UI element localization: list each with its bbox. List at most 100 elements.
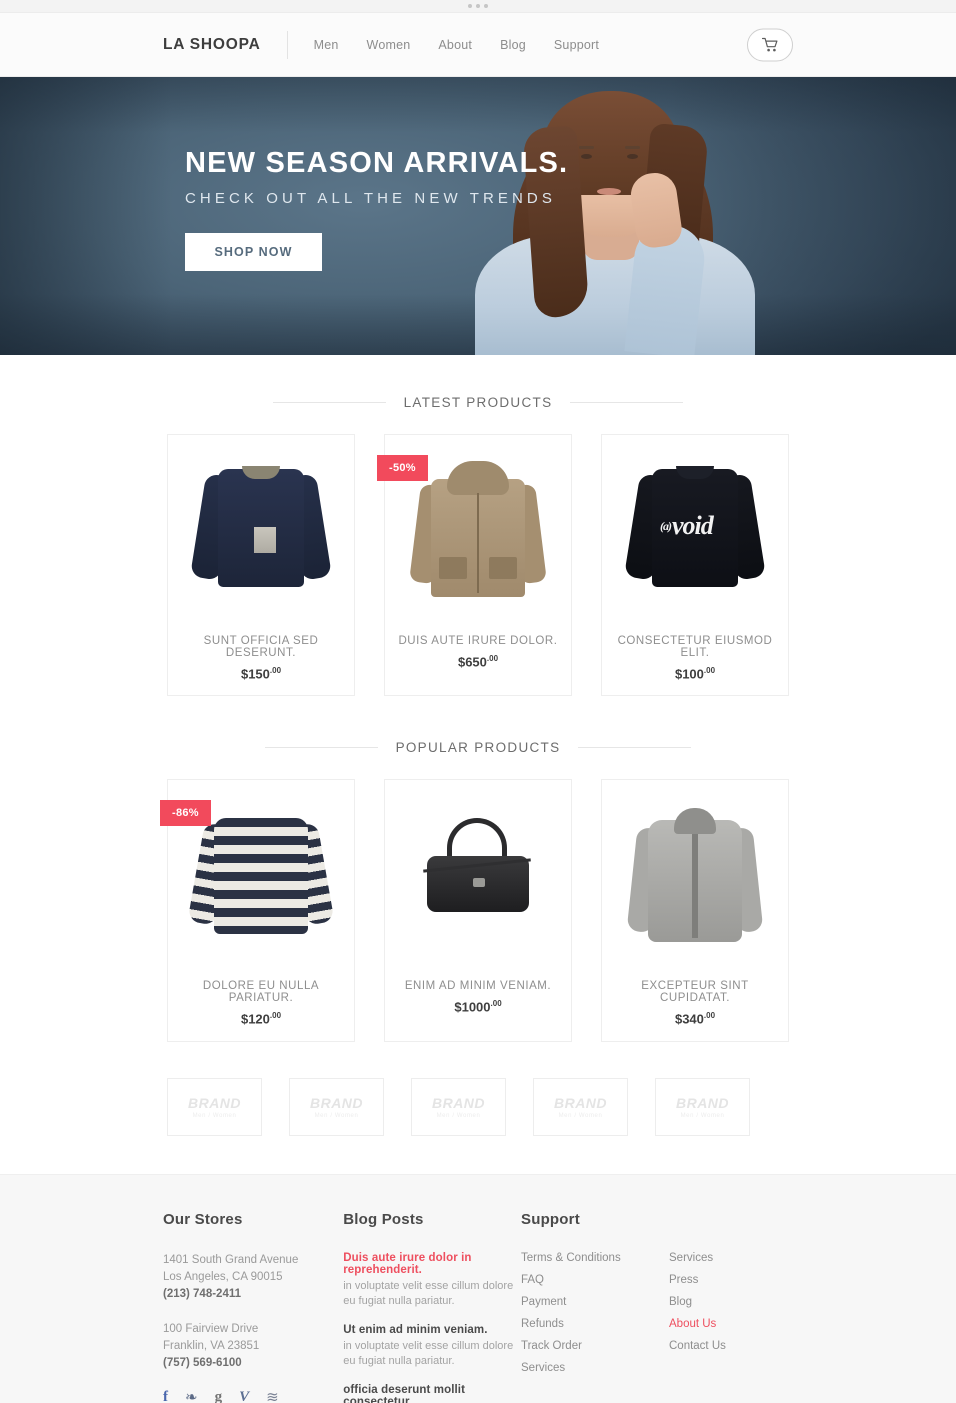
- hero-content: NEW SEASON ARRIVALS. CHECK OUT ALL THE N…: [185, 149, 568, 271]
- support-link-services-2[interactable]: Services: [669, 1252, 793, 1264]
- support-link-faq[interactable]: FAQ: [521, 1274, 645, 1286]
- support-link-about-us[interactable]: About Us: [669, 1318, 793, 1330]
- nav-item-men[interactable]: Men: [314, 38, 339, 52]
- support-link-terms[interactable]: Terms & Conditions: [521, 1252, 645, 1264]
- rss-icon[interactable]: ≋: [266, 1390, 279, 1403]
- brand-logo[interactable]: BRAND Men / Women: [655, 1077, 750, 1136]
- product-card[interactable]: (a) void CONSECTETUR EIUSMOD ELIT. $100.0…: [601, 434, 789, 697]
- hero-banner: NEW SEASON ARRIVALS. CHECK OUT ALL THE N…: [0, 77, 956, 355]
- blog-post-item[interactable]: Ut enim ad minim veniam. in voluptate ve…: [343, 1324, 521, 1369]
- brand-logo[interactable]: BRAND Men / Women: [289, 1077, 384, 1136]
- twitter-icon[interactable]: ❧: [185, 1390, 198, 1403]
- google-plus-icon[interactable]: g: [215, 1389, 223, 1403]
- chrome-dot: [476, 4, 480, 8]
- site-logo[interactable]: LA SHOOPA: [163, 36, 261, 54]
- latest-products-title: LATEST PRODUCTS: [403, 395, 553, 410]
- store-phone[interactable]: (757) 569-6100: [163, 1355, 343, 1372]
- main-nav: Men Women About Blog Support: [314, 38, 599, 52]
- blog-heading: Blog Posts: [343, 1210, 424, 1228]
- popular-products-heading: POPULAR PRODUCTS: [163, 740, 793, 755]
- blog-post-title[interactable]: Ut enim ad minim veniam.: [343, 1324, 521, 1336]
- site-header: LA SHOOPA Men Women About Blog Support: [0, 13, 956, 77]
- price-cents: .00: [269, 666, 282, 675]
- brand-sub: Men / Women: [314, 1112, 359, 1119]
- store-line1: 100 Fairview Drive: [163, 1322, 259, 1335]
- stores-heading: Our Stores: [163, 1210, 243, 1228]
- product-image: [385, 790, 571, 966]
- support-link-services[interactable]: Services: [521, 1362, 645, 1374]
- brand-name: BRAND: [309, 1094, 364, 1111]
- support-links: Terms & Conditions FAQ Payment Refunds T…: [521, 1252, 793, 1374]
- product-title: EXCEPTEUR SINT CUPIDATAT.: [641, 980, 749, 1005]
- product-title: DOLORE EU NULLA PARIATUR.: [202, 980, 320, 1005]
- brand-logo[interactable]: BRAND Men / Women: [167, 1077, 262, 1136]
- price-amount: $650: [457, 654, 487, 670]
- product-image: (a) void: [602, 445, 788, 621]
- brand-name: BRAND: [431, 1094, 486, 1111]
- heading-rule-right: [578, 747, 692, 749]
- blog-post-item[interactable]: Duis aute irure dolor in reprehenderit. …: [343, 1252, 521, 1309]
- nav-item-support[interactable]: Support: [554, 38, 599, 52]
- store-address: 100 Fairview Drive Franklin, VA 23851 (7…: [163, 1321, 343, 1372]
- product-card[interactable]: -86% DOLORE EU NULLA PARIATUR. $120.00: [160, 779, 355, 1042]
- facebook-icon[interactable]: f: [163, 1389, 168, 1403]
- price-amount: $340: [674, 1011, 704, 1027]
- support-link-contact-us[interactable]: Contact Us: [669, 1340, 793, 1352]
- void-graphic: (a) void: [660, 511, 714, 540]
- header-divider: [286, 30, 288, 59]
- nav-item-women[interactable]: Women: [367, 38, 411, 52]
- discount-badge: -50%: [377, 455, 428, 481]
- brand-sub: Men / Women: [558, 1112, 603, 1119]
- heading-rule-left: [264, 747, 378, 749]
- product-image: [168, 445, 354, 621]
- product-price: $1000.00: [454, 999, 501, 1014]
- support-link-blog[interactable]: Blog: [669, 1296, 793, 1308]
- product-card[interactable]: -50% DUIS AUTE IRURE DOLOR. $650.00: [377, 434, 572, 697]
- support-link-press[interactable]: Press: [669, 1274, 793, 1286]
- support-link-payment[interactable]: Payment: [521, 1296, 645, 1308]
- latest-products-grid: SUNT OFFICIA SED DESERUNT. $150.00 -50% …: [167, 410, 789, 697]
- latest-products-heading: LATEST PRODUCTS: [163, 395, 793, 410]
- page-root: LA SHOOPA Men Women About Blog Support N…: [0, 0, 956, 1403]
- support-link-refunds[interactable]: Refunds: [521, 1318, 645, 1330]
- product-card[interactable]: SUNT OFFICIA SED DESERUNT. $150.00: [167, 434, 355, 697]
- blog-post-title[interactable]: Duis aute irure dolor in reprehenderit.: [343, 1252, 521, 1276]
- hero-title: NEW SEASON ARRIVALS.: [185, 147, 569, 179]
- product-price: $650.00: [458, 654, 498, 669]
- product-title: ENIM AD MINIM VENIAM.: [404, 980, 552, 993]
- footer-stores-column: Our Stores 1401 South Grand Avenue Los A…: [163, 1211, 343, 1403]
- product-card[interactable]: EXCEPTEUR SINT CUPIDATAT. $340.00: [601, 779, 789, 1042]
- brand-sub: Men / Women: [436, 1112, 481, 1119]
- nav-item-blog[interactable]: Blog: [500, 38, 526, 52]
- popular-products-grid: -86% DOLORE EU NULLA PARIATUR. $120.00 E…: [160, 755, 789, 1042]
- product-price: $340.00: [675, 1011, 715, 1026]
- price-cents: .00: [490, 999, 502, 1009]
- sweater-patch: [254, 527, 276, 553]
- vimeo-icon[interactable]: V: [239, 1389, 249, 1403]
- store-phone[interactable]: (213) 748-2411: [163, 1286, 343, 1303]
- product-image: [602, 790, 788, 966]
- site-footer: Our Stores 1401 South Grand Avenue Los A…: [0, 1173, 956, 1403]
- price-amount: $120: [240, 1011, 270, 1027]
- support-links-col1: Terms & Conditions FAQ Payment Refunds T…: [521, 1252, 645, 1374]
- price-cents: .00: [269, 1011, 282, 1021]
- blog-post-item[interactable]: officia deserunt mollit consectetur. in …: [343, 1384, 521, 1403]
- blog-post-excerpt: in voluptate velit esse cillum dolore eu…: [343, 1339, 514, 1367]
- product-price: $150.00: [241, 666, 281, 681]
- product-title: SUNT OFFICIA SED DESERUNT.: [203, 635, 319, 659]
- product-title: DUIS AUTE IRURE DOLOR.: [398, 635, 558, 647]
- brand-logos-row: BRAND Men / Women BRAND Men / Women BRAN…: [167, 1077, 789, 1136]
- cart-button[interactable]: [747, 28, 793, 61]
- brand-logo[interactable]: BRAND Men / Women: [533, 1077, 628, 1136]
- product-card[interactable]: ENIM AD MINIM VENIAM. $1000.00: [384, 779, 572, 1042]
- nav-item-about[interactable]: About: [438, 38, 472, 52]
- blog-post-title[interactable]: officia deserunt mollit consectetur.: [343, 1384, 521, 1403]
- browser-chrome-bar: [0, 0, 956, 13]
- shop-now-button[interactable]: SHOP NOW: [185, 233, 322, 271]
- support-link-track-order[interactable]: Track Order: [521, 1340, 645, 1352]
- brand-name: BRAND: [187, 1094, 242, 1111]
- brand-name: BRAND: [675, 1094, 730, 1111]
- store-line1: 1401 South Grand Avenue: [163, 1253, 299, 1266]
- product-title: CONSECTETUR EIUSMOD ELIT.: [617, 635, 773, 659]
- brand-logo[interactable]: BRAND Men / Women: [411, 1077, 506, 1136]
